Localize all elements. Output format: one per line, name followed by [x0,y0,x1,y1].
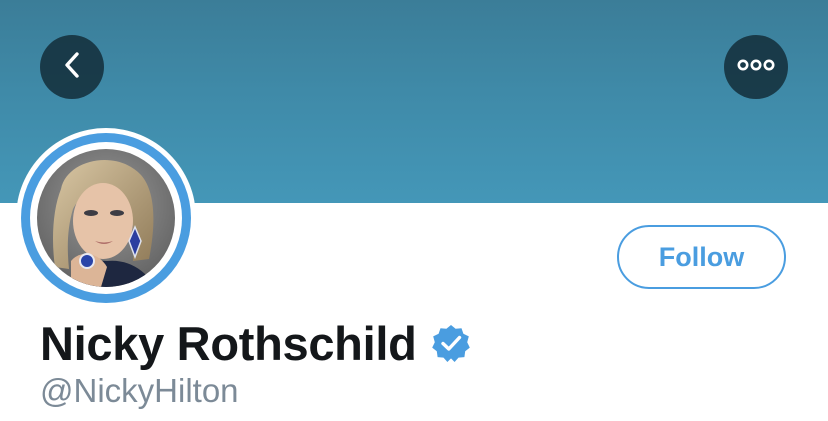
more-horizontal-icon [736,58,776,77]
display-name: Nicky Rothschild [40,316,417,370]
avatar-inner-border [30,142,182,294]
avatar-story-ring [21,133,191,303]
more-options-button[interactable] [724,35,788,99]
username-handle: @NickyHilton [40,372,239,409]
name-row: Nicky Rothschild [40,312,471,374]
avatar-photo [37,149,175,287]
verified-badge-icon [431,323,471,363]
avatar[interactable] [16,128,196,308]
back-button[interactable] [40,35,104,99]
chevron-left-icon [61,50,83,85]
follow-button[interactable]: Follow [617,225,786,289]
profile-header: Follow Nicky Rothschild @NickyHilton [0,0,828,421]
